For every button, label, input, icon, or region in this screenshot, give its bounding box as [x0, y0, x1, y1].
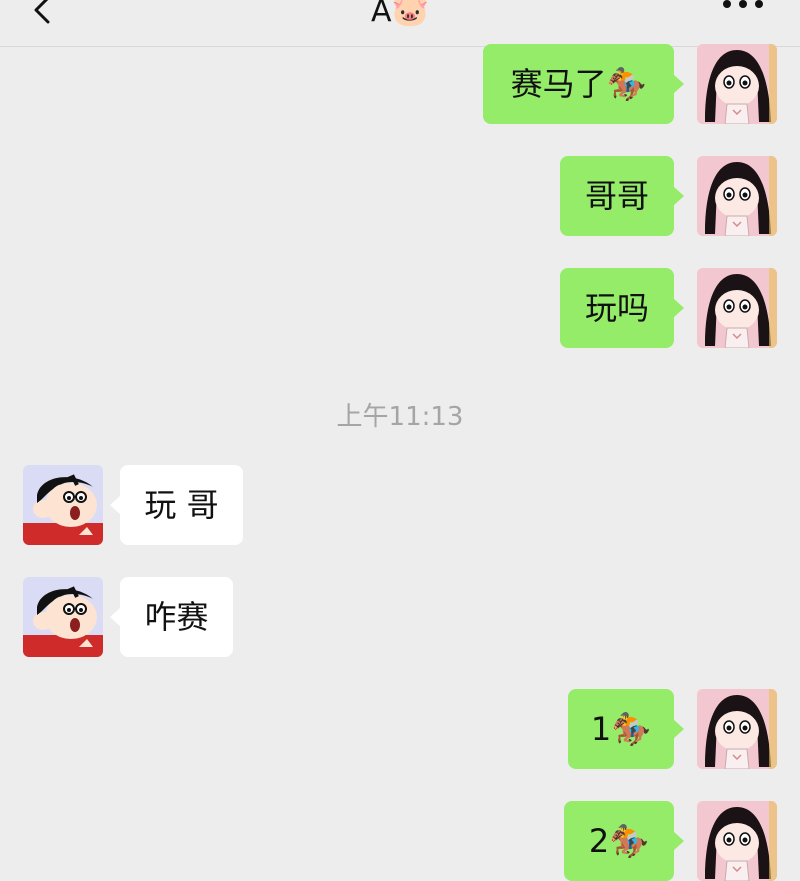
my-avatar[interactable]	[697, 156, 777, 236]
incoming-message-bubble[interactable]: 咋赛	[110, 577, 233, 657]
chat-title: A🐷	[371, 0, 429, 29]
message-timestamp: 上午11:13	[336, 402, 464, 432]
my-avatar[interactable]	[697, 689, 777, 769]
outgoing-message-bubble[interactable]: 1🏇	[568, 689, 684, 769]
outgoing-message-bubble[interactable]: 玩吗	[560, 268, 684, 348]
my-avatar[interactable]	[697, 268, 777, 348]
outgoing-message-bubble[interactable]: 哥哥	[560, 156, 684, 236]
incoming-message-bubble[interactable]: 玩 哥	[110, 465, 243, 545]
more-dots-icon	[723, 0, 763, 8]
contact-avatar[interactable]	[23, 577, 103, 657]
outgoing-message-bubble[interactable]: 赛马了🏇	[483, 44, 684, 124]
outgoing-message-bubble[interactable]: 2🏇	[564, 801, 684, 881]
contact-avatar[interactable]	[23, 465, 103, 545]
my-avatar[interactable]	[697, 801, 777, 881]
my-avatar[interactable]	[697, 44, 777, 124]
chat-header: A🐷	[0, 0, 800, 47]
more-button[interactable]	[720, 0, 766, 22]
